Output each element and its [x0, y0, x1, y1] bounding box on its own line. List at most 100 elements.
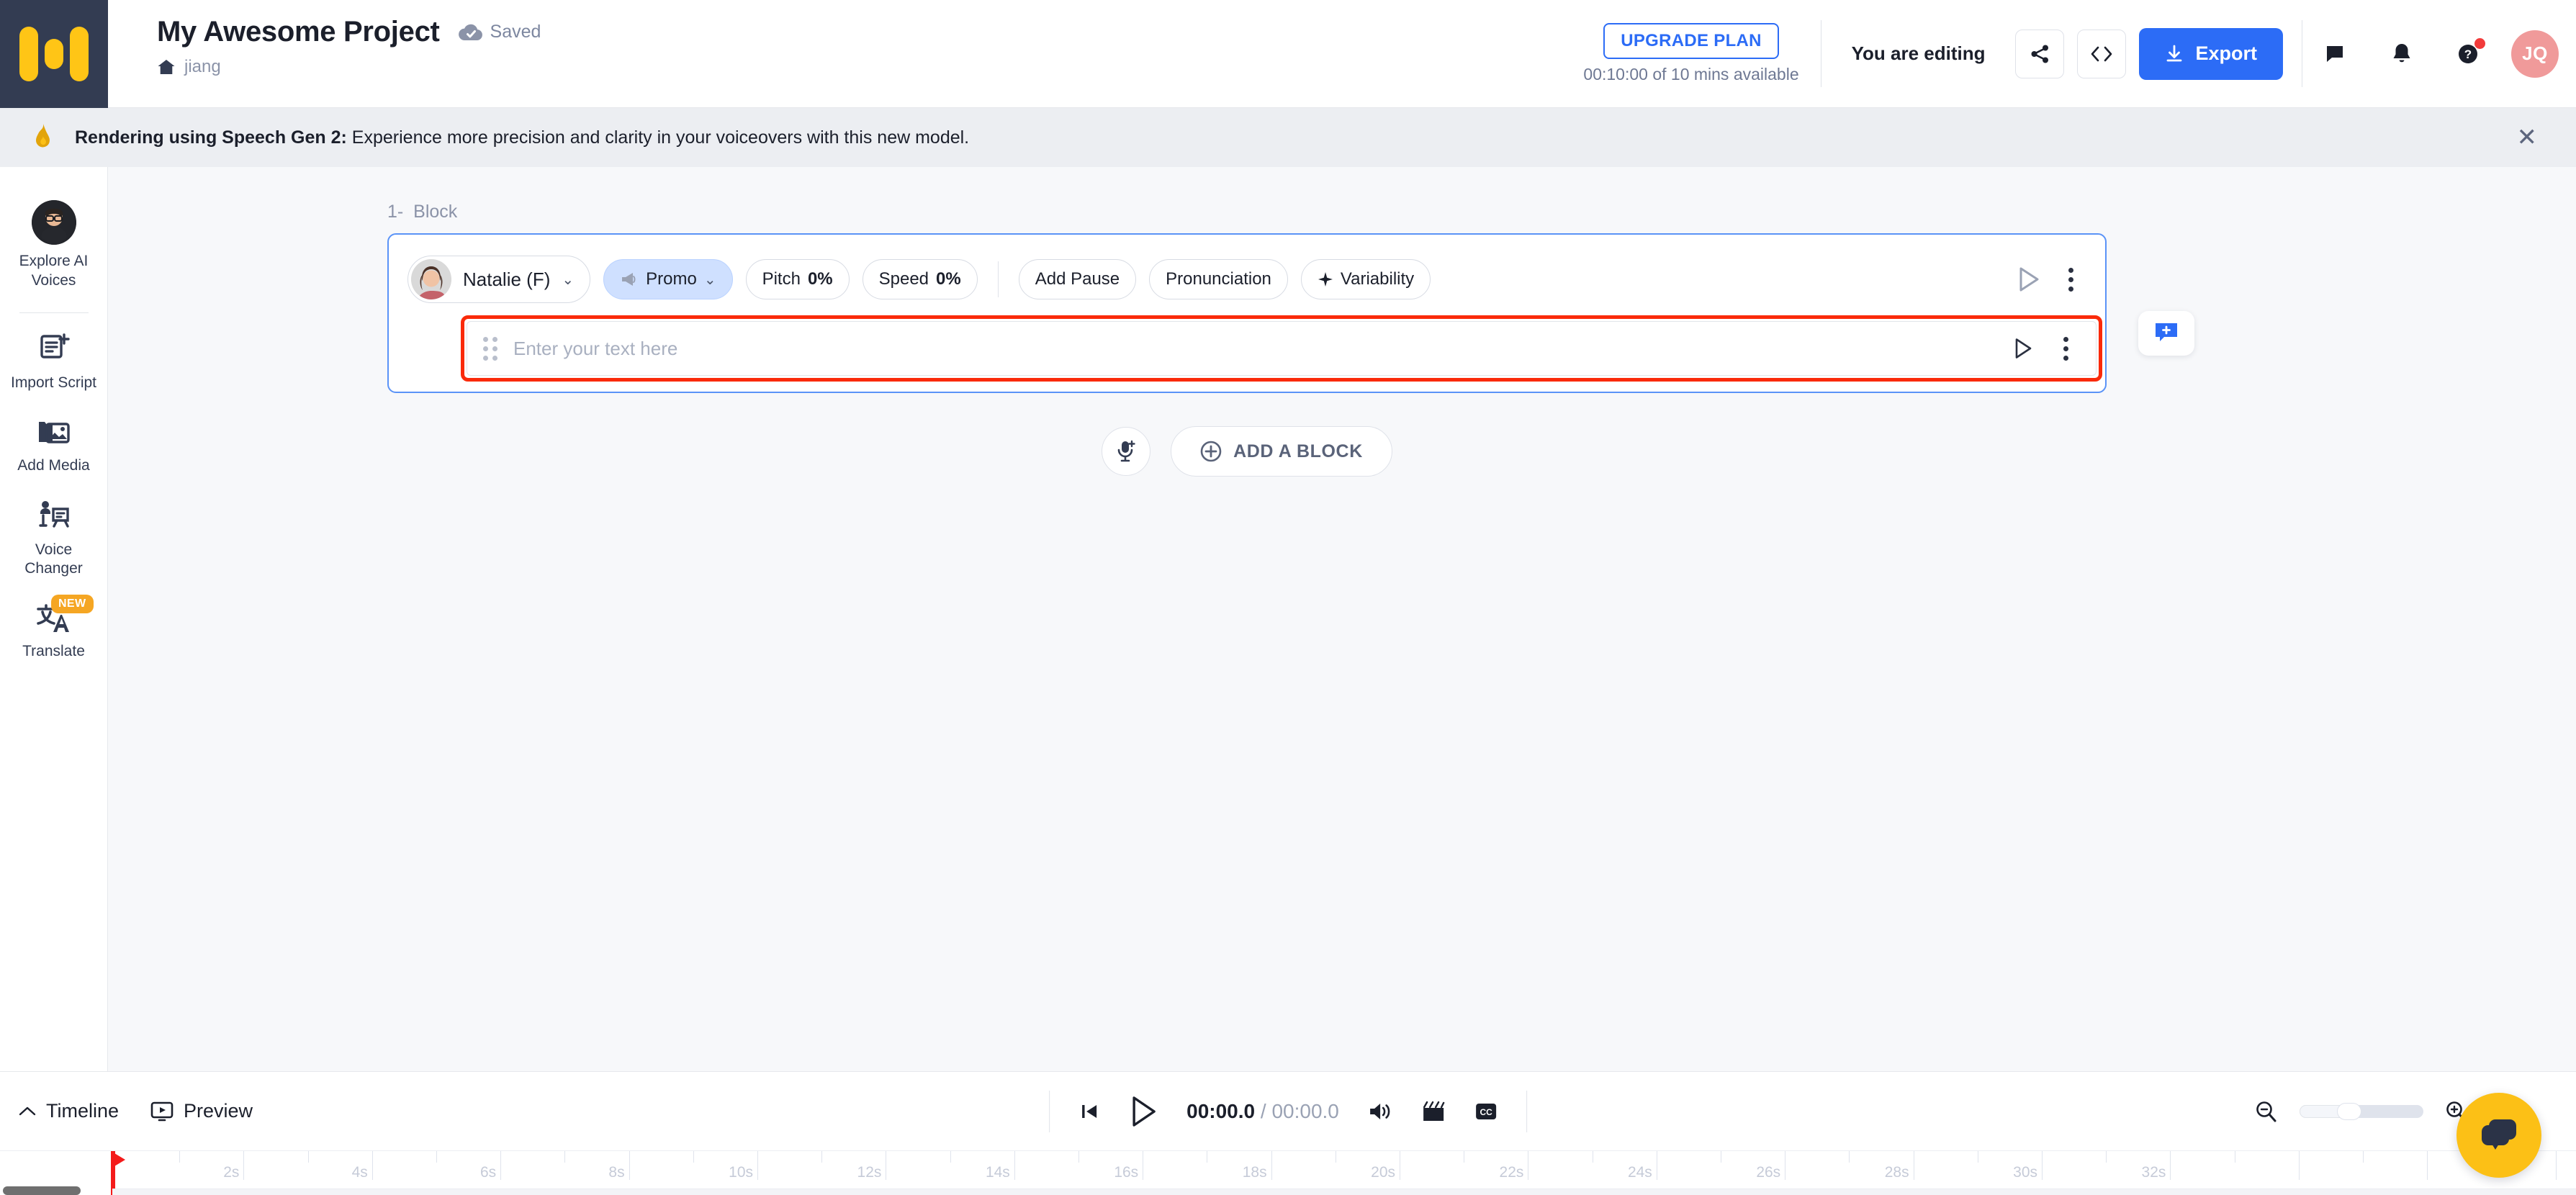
timeline-label: Timeline [46, 1100, 119, 1122]
embed-code-button[interactable] [2077, 30, 2126, 78]
avatar[interactable]: JQ [2511, 30, 2559, 78]
play-icon[interactable] [2017, 266, 2041, 292]
sidebar-item-explore-ai-voices[interactable]: Explore AI Voices [0, 189, 108, 302]
female-avatar-icon [411, 259, 451, 299]
banner-message: Rendering using Speech Gen 2: Experience… [75, 127, 969, 148]
style-chip-promo[interactable]: Promo ⌄ [603, 259, 732, 299]
ruler-tick-minor [2106, 1151, 2107, 1163]
pitch-value: 0% [808, 269, 833, 289]
more-vertical-icon[interactable] [2055, 333, 2077, 365]
sidebar-item-translate[interactable]: NEW Translate [0, 590, 108, 673]
add-a-block-button[interactable]: ADD A BLOCK [1171, 426, 1392, 477]
sidebar-item-label: Add Media [17, 456, 89, 476]
more-vertical-icon[interactable] [2060, 263, 2082, 296]
ruler-tick-label: 14s [986, 1164, 1014, 1181]
script-text-input[interactable]: Enter your text here [513, 338, 2013, 360]
chevron-down-icon: ⌄ [562, 271, 574, 289]
sidebar-item-voice-changer[interactable]: Voice Changer [0, 487, 108, 591]
zoom-out-icon[interactable] [2255, 1100, 2278, 1123]
pronunciation-button[interactable]: Pronunciation [1149, 259, 1288, 299]
app-logo[interactable] [0, 0, 108, 108]
share-button[interactable] [2015, 30, 2064, 78]
variability-label: Variability [1341, 269, 1414, 289]
pitch-control[interactable]: Pitch 0% [746, 259, 850, 299]
timeline-ruler[interactable]: 2s4s6s8s10s12s14s16s18s20s22s24s26s28s30… [0, 1150, 2576, 1195]
ruler-tick-label: 26s [1756, 1164, 1785, 1181]
closed-captions-icon[interactable]: CC [1474, 1101, 1498, 1122]
ruler-tick-minor [436, 1151, 437, 1163]
ruler-tick-minor [1078, 1151, 1079, 1163]
ruler-tick-label: 6s [480, 1164, 500, 1181]
style-chip-label: Promo [646, 269, 697, 289]
add-a-block-label: ADD A BLOCK [1233, 441, 1363, 462]
speed-control[interactable]: Speed 0% [863, 259, 978, 299]
timeline-track[interactable] [112, 1189, 2576, 1195]
ruler-tick-minor [308, 1151, 309, 1163]
skip-to-start-icon[interactable] [1078, 1101, 1100, 1122]
ruler-tick-label: 20s [1371, 1164, 1400, 1181]
chat-support-button[interactable] [2456, 1093, 2541, 1178]
speed-label: Speed [879, 269, 929, 289]
sidebar-item-add-media[interactable]: Add Media [0, 405, 108, 487]
text-input-highlight: Enter your text here [461, 315, 2102, 382]
voice-selector[interactable]: Natalie (F) ⌄ [407, 256, 590, 303]
banner-bold-text: Rendering using Speech Gen 2: [75, 127, 347, 148]
ruler-tick-major [500, 1151, 501, 1180]
preview-button[interactable]: Preview [150, 1100, 253, 1122]
voice-name-label: Natalie (F) [463, 269, 550, 291]
divider-2 [1526, 1091, 1527, 1132]
add-comment-icon [2154, 322, 2179, 345]
add-comment-button[interactable] [2138, 311, 2194, 356]
speed-value: 0% [936, 269, 961, 289]
zoom-slider-knob[interactable] [2337, 1103, 2361, 1120]
script-block[interactable]: Natalie (F) ⌄ Promo ⌄ Pitch 0% [387, 233, 2107, 393]
sidebar-item-import-script[interactable]: Import Script [0, 317, 108, 405]
upgrade-plan-button[interactable]: UPGRADE PLAN [1603, 23, 1779, 59]
ruler-tick-label: 24s [1628, 1164, 1657, 1181]
cloud-check-icon [459, 23, 483, 42]
svg-text:?: ? [2464, 48, 2472, 61]
ruler-tick-major [629, 1151, 630, 1180]
toolbar-divider [998, 261, 999, 297]
timeline-toggle[interactable]: Timeline [19, 1100, 119, 1122]
record-voice-button[interactable] [1102, 427, 1150, 476]
ruler-tick-minor [693, 1151, 694, 1163]
chevron-up-icon [19, 1106, 36, 1117]
ruler-tick-label: 4s [352, 1164, 372, 1181]
save-status-label: Saved [490, 22, 541, 42]
ruler-tick-minor [950, 1151, 951, 1163]
scrollbar-thumb[interactable] [3, 1186, 81, 1195]
bell-icon [2392, 42, 2412, 66]
add-block-row: ADD A BLOCK [387, 426, 2107, 477]
zoom-slider[interactable] [2300, 1105, 2423, 1118]
script-text-row[interactable]: Enter your text here [467, 321, 2097, 376]
clapperboard-icon[interactable] [1421, 1101, 1446, 1122]
bottom-bar: Timeline Preview [0, 1071, 2576, 1150]
editing-status: You are editing [1821, 0, 2016, 107]
announcement-banner: Rendering using Speech Gen 2: Experience… [0, 108, 2576, 167]
editor-canvas: 1- Block Natalie (F) ⌄ [108, 167, 2576, 1071]
breadcrumb[interactable]: jiang [157, 57, 541, 77]
help-button[interactable]: ? [2445, 31, 2491, 77]
drag-handle-icon[interactable] [483, 337, 497, 361]
play-icon[interactable] [2013, 338, 2033, 359]
volume-icon[interactable] [1368, 1101, 1392, 1122]
chat-bubbles-icon [2477, 1115, 2521, 1155]
close-icon[interactable]: ✕ [2517, 125, 2545, 150]
ruler-tick-label: 28s [1885, 1164, 1914, 1181]
home-icon [157, 58, 176, 76]
play-button[interactable] [1129, 1096, 1158, 1127]
variability-button[interactable]: Variability [1301, 259, 1431, 299]
ruler-tick-label: 12s [857, 1164, 886, 1181]
comments-button[interactable] [2312, 31, 2359, 77]
plan-area: UPGRADE PLAN 00:10:00 of 10 mins availab… [1583, 0, 1820, 107]
export-button[interactable]: Export [2139, 28, 2283, 80]
ruler-tick-major [243, 1151, 244, 1180]
notification-dot [2474, 38, 2485, 49]
plan-quota-label: 00:10:00 of 10 mins available [1583, 65, 1798, 84]
page-title[interactable]: My Awesome Project [157, 16, 440, 48]
comment-icon [2325, 44, 2346, 64]
total-time: 00:00.0 [1271, 1100, 1338, 1122]
add-pause-button[interactable]: Add Pause [1019, 259, 1136, 299]
notifications-button[interactable] [2379, 31, 2425, 77]
